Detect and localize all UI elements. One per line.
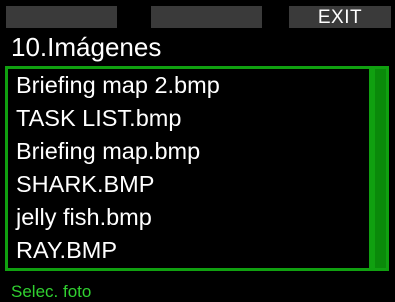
softkey-hint: Selec. foto (11, 282, 92, 301)
list-item[interactable]: jelly fish.bmp (16, 201, 152, 234)
list-item[interactable]: TASK LIST.bmp (16, 102, 181, 135)
list-item[interactable]: Briefing map.bmp (16, 135, 200, 168)
softkey-left-button[interactable] (6, 6, 117, 28)
softkey-bar: EXIT (0, 6, 395, 28)
scrollbar-thumb[interactable] (375, 69, 386, 268)
file-list: Briefing map 2.bmp TASK LIST.bmp Briefin… (8, 69, 369, 268)
scrollbar[interactable] (375, 69, 386, 268)
list-item[interactable]: SHARK.BMP (16, 168, 154, 201)
file-list-frame: Briefing map 2.bmp TASK LIST.bmp Briefin… (5, 66, 389, 271)
softkey-middle-button[interactable] (151, 6, 262, 28)
list-item[interactable]: RAY.BMP (16, 234, 117, 267)
page-title: 10.Imágenes (11, 32, 162, 62)
exit-button[interactable]: EXIT (289, 6, 391, 28)
list-item[interactable]: Briefing map 2.bmp (16, 69, 220, 102)
dive-computer-screen: EXIT 10.Imágenes Briefing map 2.bmp TASK… (0, 0, 395, 301)
